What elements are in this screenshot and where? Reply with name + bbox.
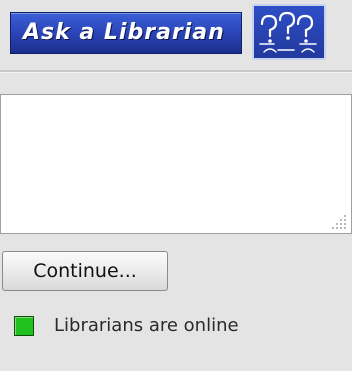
- question-marks-icon: [252, 4, 326, 60]
- banner-title: Ask a Librarian: [23, 20, 225, 45]
- header: Ask a Librarian: [0, 0, 352, 70]
- header-divider: [0, 70, 352, 73]
- ask-a-librarian-banner: Ask a Librarian: [10, 12, 242, 54]
- online-status-indicator: [14, 316, 34, 336]
- status-row: Librarians are online: [12, 313, 342, 341]
- continue-button[interactable]: Continue...: [2, 251, 168, 291]
- resize-grip-icon[interactable]: [332, 212, 348, 230]
- question-input[interactable]: [0, 94, 352, 234]
- status-text: Librarians are online: [54, 315, 239, 336]
